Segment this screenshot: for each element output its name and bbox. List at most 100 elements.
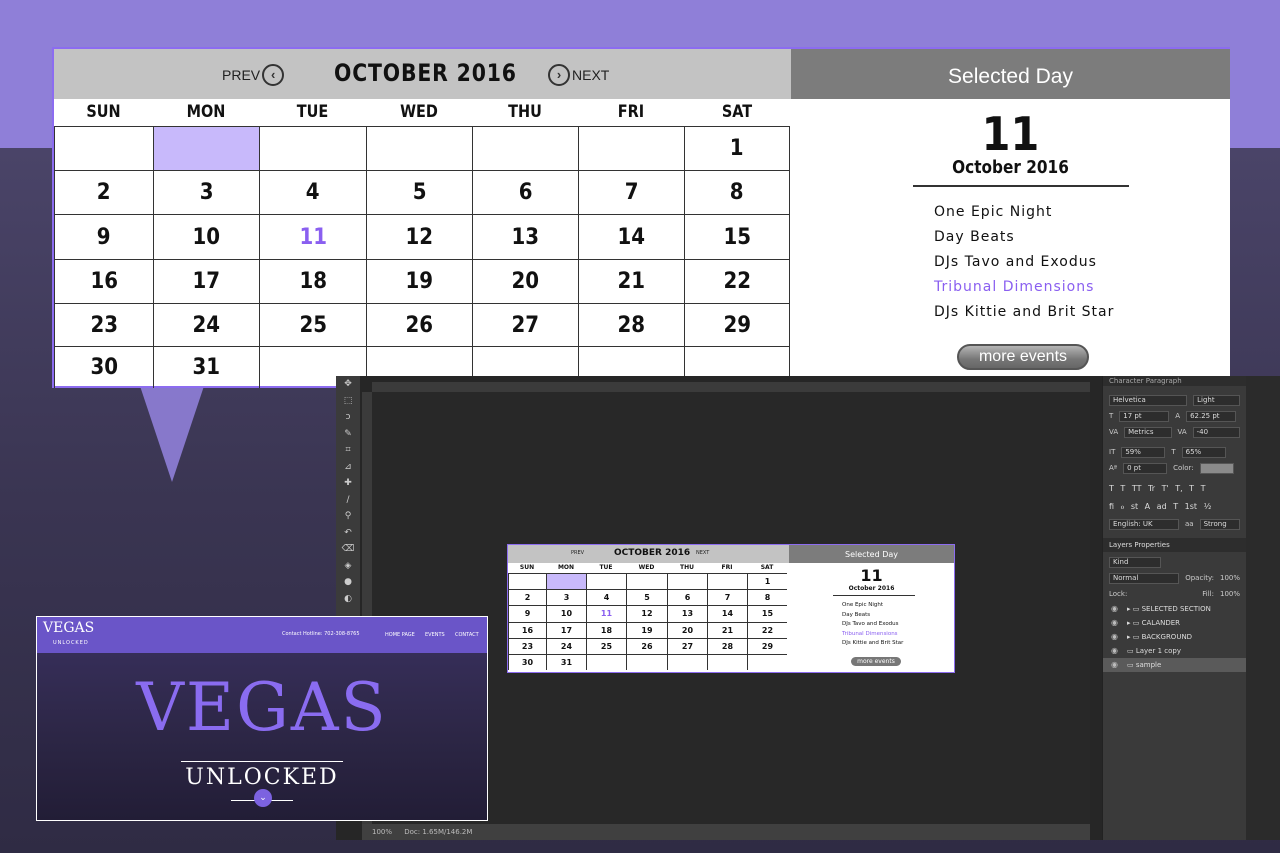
crop-tool-icon[interactable]: ⌗ — [336, 442, 360, 459]
layer-name: ▸ ▭ CALANDER — [1127, 619, 1181, 627]
mini-day-cell — [747, 654, 787, 670]
day-cell-5[interactable]: 5 — [366, 170, 472, 214]
kerning-icon: VA — [1109, 428, 1119, 436]
day-cell-8[interactable]: 8 — [684, 170, 790, 214]
weekday-mon: MON — [186, 102, 226, 122]
move-tool-icon[interactable]: ✥ — [336, 376, 360, 393]
day-cell-31[interactable]: 31 — [153, 346, 259, 388]
eye-icon[interactable]: ◉ — [1111, 616, 1121, 630]
paint-bucket-tool-icon[interactable]: ◈ — [336, 558, 360, 575]
event-item[interactable]: One Epic Night — [934, 200, 1114, 225]
day-cell-30[interactable]: 30 — [54, 346, 153, 388]
font-family-select[interactable]: Helvetica — [1109, 394, 1188, 406]
mini-weekday-row: SUN MON TUE WED THU FRI SAT — [508, 563, 789, 573]
layers-panel-tabs[interactable]: Layers Properties — [1103, 538, 1246, 552]
calendar-day-grid: 1 2 3 4 5 6 7 8 9 10 11 12 13 14 15 16 17 18 19 20 21 22 23 24 2… — [54, 126, 791, 388]
eye-icon[interactable]: ◉ — [1111, 630, 1121, 644]
day-cell-7[interactable]: 7 — [578, 170, 684, 214]
day-cell-22[interactable]: 22 — [684, 259, 790, 303]
day-cell-1[interactable]: 1 — [684, 126, 790, 170]
healing-tool-icon[interactable]: ✚ — [336, 475, 360, 492]
quick-select-tool-icon[interactable]: ✎ — [336, 426, 360, 443]
day-cell-29[interactable]: 29 — [684, 303, 790, 346]
day-cell-25[interactable]: 25 — [259, 303, 366, 346]
tracking-field[interactable]: -40 — [1192, 426, 1240, 438]
layer-row[interactable]: ◉ ▸ ▭ CALANDER — [1103, 616, 1246, 630]
mini-day-cell: 6 — [667, 589, 707, 605]
opacity-value[interactable]: 100% — [1220, 574, 1240, 582]
next-label: NEXT — [572, 67, 610, 83]
eye-icon[interactable]: ◉ — [1111, 644, 1121, 658]
day-cell-9[interactable]: 9 — [54, 214, 153, 259]
type-style-buttons[interactable]: T T TT Tr T' T, T T — [1103, 480, 1246, 498]
more-events-button[interactable]: more events — [957, 344, 1089, 370]
kerning-field[interactable]: Metrics — [1124, 426, 1172, 438]
layer-row[interactable]: ◉ ▸ ▭ BACKGROUND — [1103, 630, 1246, 644]
horizontal-scale-field[interactable]: 65% — [1181, 446, 1226, 458]
vertical-scale-field[interactable]: 59% — [1121, 446, 1166, 458]
eye-icon[interactable]: ◉ — [1111, 658, 1121, 672]
leading-field[interactable]: 62.25 pt — [1186, 410, 1237, 422]
event-item[interactable]: DJs Kittie and Brit Star — [934, 300, 1114, 325]
blend-mode-select[interactable]: Normal — [1109, 572, 1180, 584]
day-cell-11[interactable]: 11 — [259, 214, 366, 259]
language-select[interactable]: English: UK — [1109, 518, 1179, 530]
empty-day-cell — [578, 126, 684, 170]
day-cell-16[interactable]: 16 — [54, 259, 153, 303]
day-cell-17[interactable]: 17 — [153, 259, 259, 303]
day-cell-4[interactable]: 4 — [259, 170, 366, 214]
mini-day-cell: 4 — [586, 589, 626, 605]
day-cell-21[interactable]: 21 — [578, 259, 684, 303]
day-cell-14[interactable]: 14 — [578, 214, 684, 259]
font-style-select[interactable]: Light — [1193, 394, 1240, 406]
mini-day-cell: 13 — [667, 605, 707, 622]
opentype-buttons[interactable]: fi ℴ st A ad T 1st ½ — [1103, 498, 1246, 516]
pointer-arrow — [140, 386, 204, 482]
day-cell-12[interactable]: 12 — [366, 214, 472, 259]
mini-event-item: One Epic Night — [842, 602, 883, 608]
day-cell-24[interactable]: 24 — [153, 303, 259, 346]
day-cell-2[interactable]: 2 — [54, 170, 153, 214]
mini-day-cell: 21 — [707, 622, 747, 638]
day-cell-23[interactable]: 23 — [54, 303, 153, 346]
event-item[interactable]: DJs Tavo and Exodus — [934, 250, 1114, 275]
font-size-field[interactable]: 17 pt — [1119, 410, 1170, 422]
baseline-shift-field[interactable]: 0 pt — [1123, 462, 1168, 474]
character-panel-tabs[interactable]: Character Paragraph — [1103, 376, 1246, 386]
day-cell-3[interactable]: 3 — [153, 170, 259, 214]
zoom-level[interactable]: 100% — [372, 828, 392, 836]
day-cell-13[interactable]: 13 — [472, 214, 578, 259]
layer-row[interactable]: ◉ ▸ ▭ SELECTED SECTION — [1103, 602, 1246, 616]
brush-tool-icon[interactable]: ∕ — [336, 492, 360, 509]
day-cell-20[interactable]: 20 — [472, 259, 578, 303]
layer-row[interactable]: ◉ ▭ Layer 1 copy — [1103, 644, 1246, 658]
day-cell-6[interactable]: 6 — [472, 170, 578, 214]
prev-month-button[interactable]: PREV ‹ — [222, 64, 285, 86]
dodge-tool-icon[interactable]: ◐ — [336, 591, 360, 608]
eyedropper-tool-icon[interactable]: ⊿ — [336, 459, 360, 476]
lasso-tool-icon[interactable]: ↄ — [336, 409, 360, 426]
blur-tool-icon[interactable]: ● — [336, 574, 360, 591]
next-month-button[interactable]: › NEXT — [548, 64, 609, 86]
day-cell-19[interactable]: 19 — [366, 259, 472, 303]
event-item[interactable]: Tribunal Dimensions — [934, 275, 1114, 300]
eye-icon[interactable]: ◉ — [1111, 602, 1121, 616]
day-cell-15[interactable]: 15 — [684, 214, 790, 259]
fill-value[interactable]: 100% — [1220, 590, 1240, 598]
eraser-tool-icon[interactable]: ⌫ — [336, 541, 360, 558]
day-cell-28[interactable]: 28 — [578, 303, 684, 346]
stamp-tool-icon[interactable]: ⚲ — [336, 508, 360, 525]
day-cell-10[interactable]: 10 — [153, 214, 259, 259]
marquee-tool-icon[interactable]: ⬚ — [336, 393, 360, 410]
day-cell-27[interactable]: 27 — [472, 303, 578, 346]
antialias-select[interactable]: Strong — [1199, 518, 1240, 530]
lock-label: Lock: — [1109, 590, 1128, 598]
event-item[interactable]: Day Beats — [934, 225, 1114, 250]
color-swatch[interactable] — [1199, 462, 1234, 474]
layer-row[interactable]: ◉ ▭ sample — [1103, 658, 1246, 672]
mini-day-cell: 22 — [747, 622, 787, 638]
history-brush-tool-icon[interactable]: ↶ — [336, 525, 360, 542]
day-cell-26[interactable]: 26 — [366, 303, 472, 346]
layer-kind-filter[interactable]: Kind — [1109, 556, 1161, 568]
day-cell-18[interactable]: 18 — [259, 259, 366, 303]
